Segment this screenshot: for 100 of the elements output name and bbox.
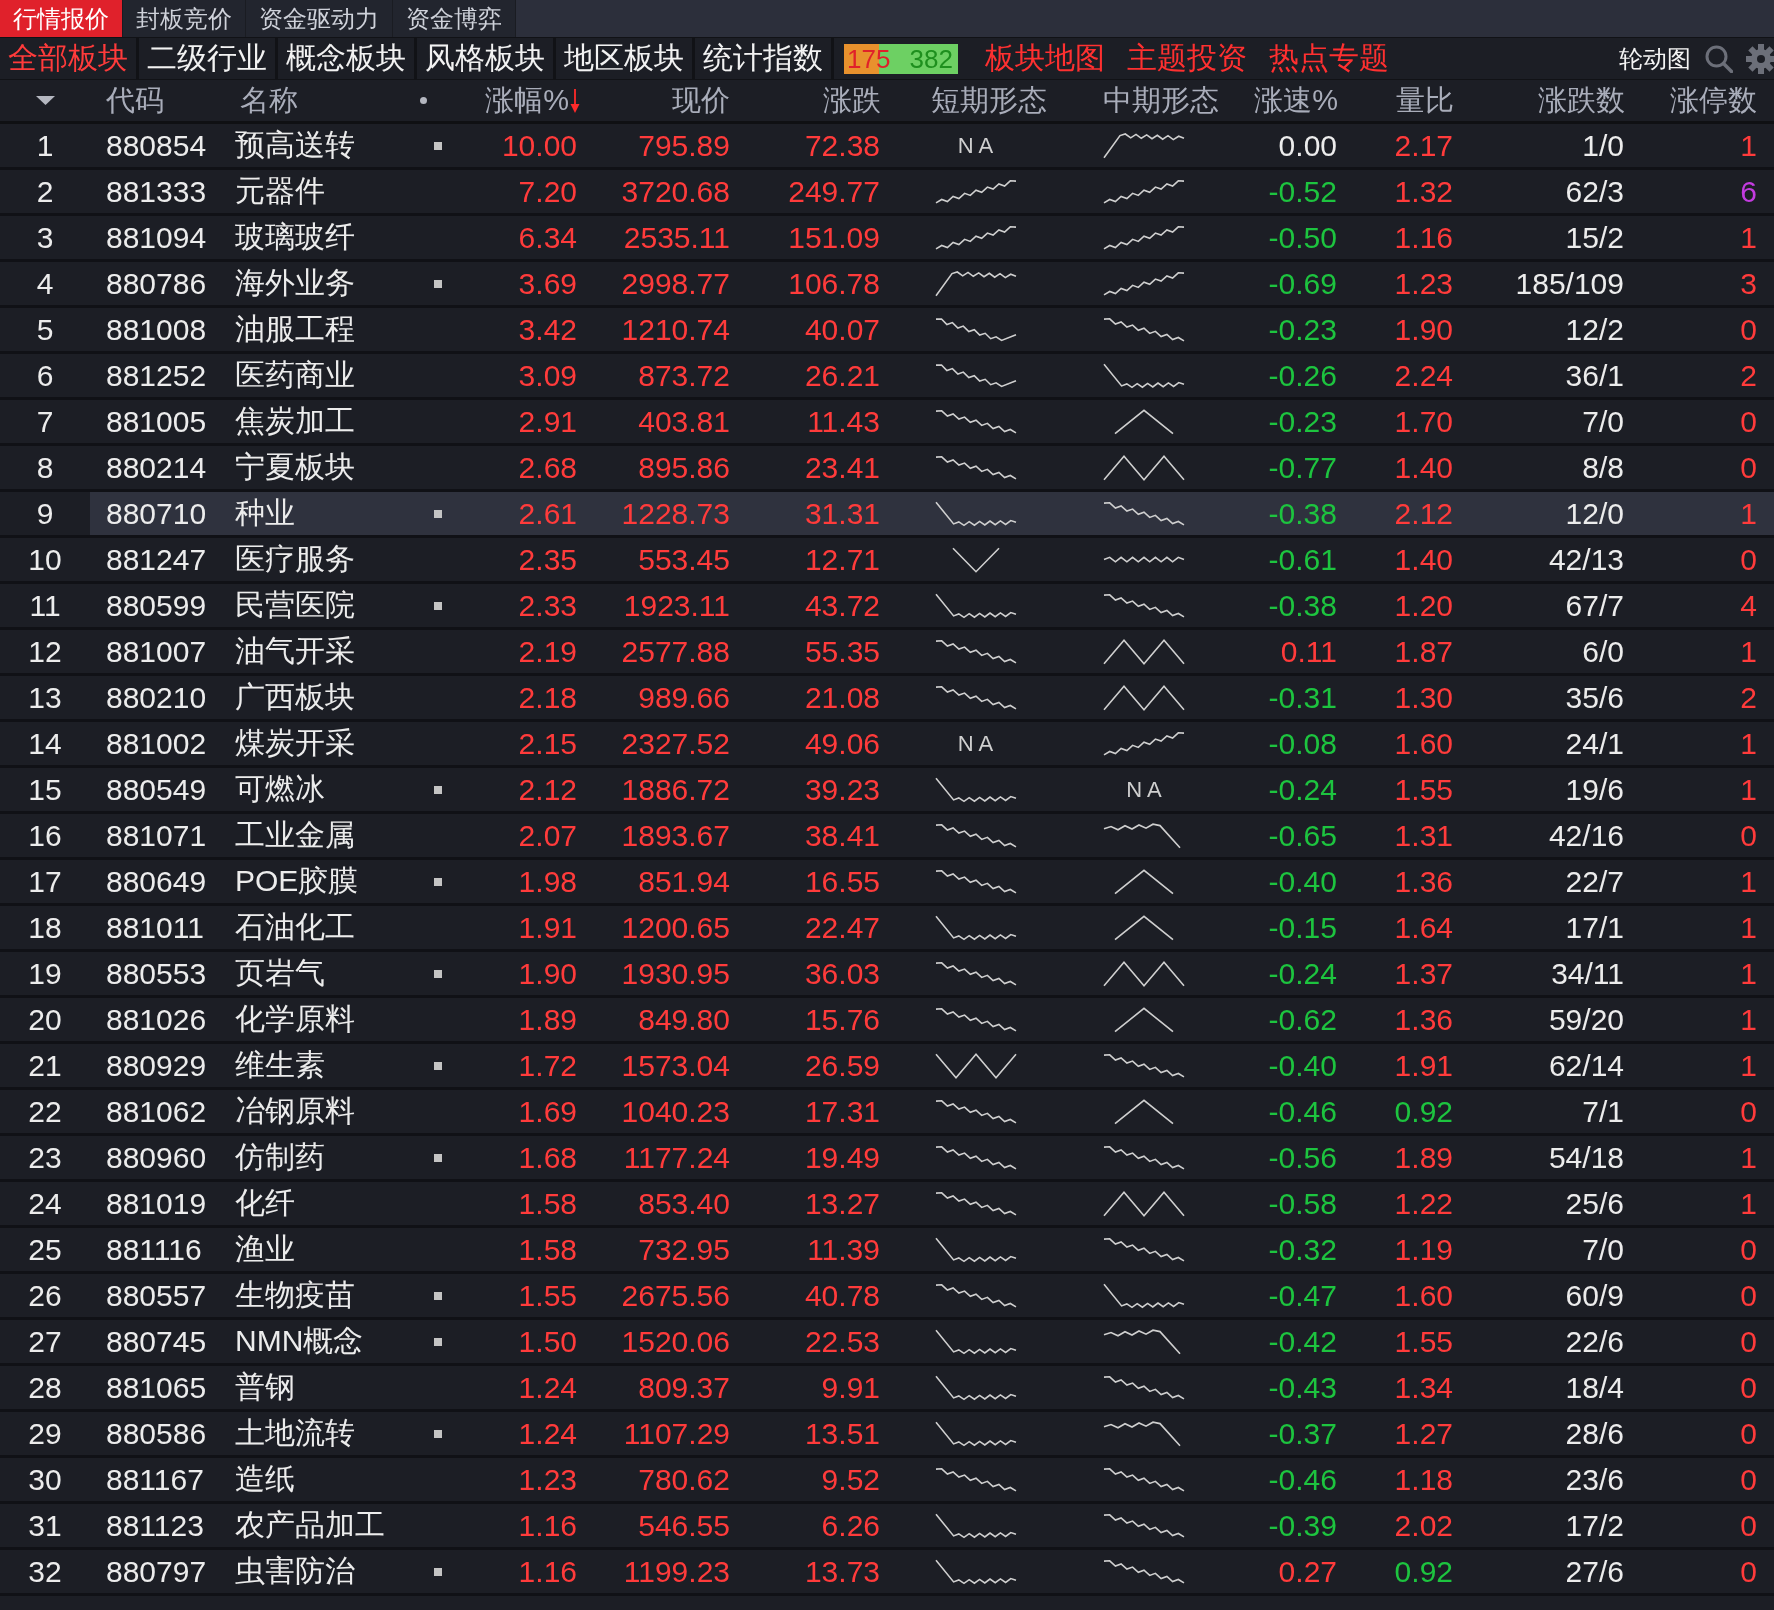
sector-name: 海外业务	[235, 265, 355, 301]
column-header[interactable]: 现价	[672, 80, 730, 121]
nav-link[interactable]: 主题投资	[1127, 38, 1247, 79]
volume-ratio: 1.36	[1394, 1002, 1453, 1037]
volume-ratio: 1.70	[1394, 404, 1453, 439]
price: 1228.73	[621, 496, 730, 531]
volume-ratio: 1.34	[1394, 1370, 1453, 1405]
limit-up-count: 4	[1740, 588, 1757, 623]
row-number: 8	[36, 450, 54, 485]
speed-percent: -0.23	[1268, 312, 1337, 347]
dot-icon	[420, 97, 427, 104]
change-percent: 1.58	[518, 1232, 577, 1267]
limit-up-count: 0	[1740, 1554, 1757, 1589]
column-header[interactable]: 涨停数	[1670, 80, 1757, 121]
column-header[interactable]: 涨速%	[1254, 80, 1338, 121]
change-percent: 1.50	[518, 1324, 577, 1359]
column-header[interactable]: 涨跌数	[1538, 80, 1625, 121]
price-change: 9.91	[821, 1370, 880, 1405]
price: 849.80	[638, 1002, 730, 1037]
limit-up-count: 1	[1740, 634, 1757, 669]
speed-percent: -0.15	[1268, 910, 1337, 945]
advance-decline-count: 17/1	[1565, 910, 1624, 945]
volume-ratio: 1.55	[1394, 772, 1453, 807]
sector-name: 农产品加工	[235, 1507, 385, 1543]
sector-name: 生物疫苗	[235, 1277, 355, 1313]
volume-ratio: 1.40	[1394, 542, 1453, 577]
limit-up-count: 6	[1740, 174, 1757, 209]
sector-code: 880797	[106, 1554, 207, 1589]
price-change: 26.21	[804, 358, 880, 393]
price-change: 13.27	[804, 1186, 880, 1221]
dropdown-caret-icon[interactable]	[35, 96, 55, 105]
column-header[interactable]: 涨幅%	[485, 80, 569, 121]
speed-percent: -0.39	[1268, 1508, 1337, 1543]
search-icon[interactable]	[1705, 44, 1733, 73]
limit-up-count: 0	[1740, 1508, 1757, 1543]
row-number: 20	[28, 1002, 62, 1037]
row-number: 14	[28, 726, 62, 761]
price-change: 6.26	[821, 1508, 880, 1543]
limit-up-count: 1	[1740, 496, 1757, 531]
advance-decline-count: 1/0	[1582, 128, 1624, 163]
row-number: 24	[28, 1186, 62, 1221]
nav-link[interactable]: 热点专题	[1269, 38, 1389, 79]
row-number: 17	[28, 864, 62, 899]
sector-name: 焦炭加工	[235, 403, 355, 439]
limit-up-count: 1	[1740, 910, 1757, 945]
column-header[interactable]: 涨跌	[823, 80, 881, 121]
price: 1930.95	[621, 956, 730, 991]
limit-up-count: 2	[1740, 358, 1757, 393]
column-header[interactable]: 短期形态	[931, 80, 1047, 121]
column-header[interactable]: 名称	[240, 80, 298, 121]
advance-decline-count: 6/0	[1582, 634, 1624, 669]
speed-percent: -0.23	[1268, 404, 1337, 439]
change-percent: 7.20	[518, 174, 577, 209]
sector-code: 881065	[106, 1370, 207, 1405]
tab[interactable]: 资金博弈	[393, 0, 516, 37]
change-percent: 2.19	[518, 634, 577, 669]
limit-up-count: 1	[1740, 1048, 1757, 1083]
limit-up-count: 0	[1740, 542, 1757, 577]
sector-name: 土地流转	[235, 1415, 355, 1451]
price-change: 40.78	[804, 1278, 880, 1313]
tab[interactable]: 封板竞价	[123, 0, 246, 37]
speed-percent: -0.24	[1268, 772, 1337, 807]
sparkline	[1114, 867, 1174, 896]
row-number: 18	[28, 910, 62, 945]
sparkline	[1114, 1097, 1174, 1126]
advance-decline-count: 22/7	[1565, 864, 1624, 899]
volume-ratio: 1.32	[1394, 174, 1453, 209]
row-number: 30	[28, 1462, 62, 1497]
row-number: 32	[28, 1554, 62, 1589]
sector-code: 881333	[106, 174, 207, 209]
sector-name: 医药商业	[235, 357, 355, 393]
change-percent: 1.68	[518, 1140, 577, 1175]
change-percent: 1.98	[518, 864, 577, 899]
column-header[interactable]: 代码	[106, 80, 164, 121]
limit-up-count: 0	[1740, 1232, 1757, 1267]
nav-link[interactable]: 板块地图	[985, 38, 1105, 79]
row-number: 26	[28, 1278, 62, 1313]
speed-percent: -0.40	[1268, 1048, 1337, 1083]
rotation-chart-button[interactable]: 轮动图	[1619, 42, 1691, 75]
column-header[interactable]: 量比	[1396, 80, 1454, 121]
speed-percent: -0.65	[1268, 818, 1337, 853]
sector-name: 广西板块	[235, 679, 355, 715]
advance-decline-count: 12/0	[1565, 496, 1624, 531]
change-percent: 1.72	[518, 1048, 577, 1083]
volume-ratio: 1.16	[1394, 220, 1453, 255]
settings-icon[interactable]	[1745, 43, 1774, 74]
limit-up-count: 0	[1740, 1370, 1757, 1405]
tab[interactable]: 资金驱动力	[246, 0, 393, 37]
sector-code: 881026	[106, 1002, 207, 1037]
tab[interactable]: 行情报价	[0, 0, 123, 37]
volume-ratio: 1.31	[1394, 818, 1453, 853]
limit-up-count: 1	[1740, 772, 1757, 807]
sector-name: 油服工程	[235, 311, 355, 347]
row-number: 27	[28, 1324, 62, 1359]
change-percent: 3.42	[518, 312, 577, 347]
row-number: 21	[28, 1048, 62, 1083]
speed-percent: -0.46	[1268, 1462, 1337, 1497]
change-percent: 1.16	[518, 1508, 577, 1543]
table-row[interactable]: 9 880710 种业 2.61 1228.73 31.31 -0.38 2.12 12/0 1	[0, 492, 1774, 538]
column-header[interactable]: 中期形态	[1103, 80, 1219, 121]
